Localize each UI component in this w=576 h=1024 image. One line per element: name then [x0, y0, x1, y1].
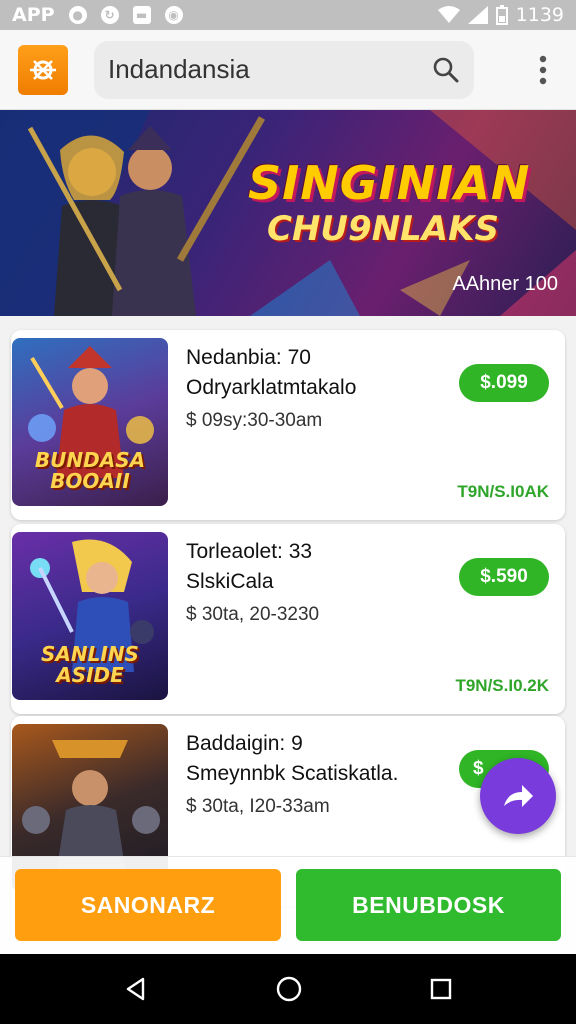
signal-icon	[467, 6, 488, 24]
card-time: $ 30ta, 20-3230	[186, 604, 320, 625]
share-fab[interactable]	[480, 758, 556, 834]
list-item[interactable]: SANLINS ASIDE Torleaolet: 33 SlskiCalа $…	[11, 524, 565, 714]
battery-icon	[495, 5, 508, 25]
list-item[interactable]: BUNDASA BOOAII Nedanbia: 70 Odryarklatmt…	[11, 330, 565, 520]
card-title: Torleaolet: 33	[186, 540, 313, 563]
notification-icon: ●	[68, 6, 87, 24]
banner-title: SINGINIAN CHU9NLAKS	[248, 156, 531, 249]
message-icon: ▬	[132, 6, 151, 24]
card-subtitle: SlskiCalа	[186, 570, 274, 593]
overflow-menu-button[interactable]	[528, 50, 558, 90]
card-time: $ 09sy:30-30am	[186, 410, 323, 431]
card-time: $ 30ta, I20-33am	[186, 796, 330, 817]
banner-subtitle: AAhner 100	[452, 273, 558, 295]
card-tag: T9N/S.I0.2K	[455, 676, 549, 695]
share-arrow-icon	[504, 785, 533, 807]
status-time: 1139	[515, 4, 564, 26]
wifi-icon	[437, 6, 460, 23]
promo-banner[interactable]: SINGINIAN CHU9NLAKS AAhner 100	[0, 110, 576, 316]
green-action-button[interactable]: BENUBDOSK	[296, 869, 561, 941]
recents-icon[interactable]	[429, 977, 453, 1001]
record-icon: ◉	[164, 6, 183, 24]
banner-title-line1: SINGINIAN	[248, 156, 531, 210]
system-nav-bar	[0, 954, 576, 1024]
card-subtitle: Odryarklatmtakalo	[186, 376, 357, 399]
card-title: Baddaigin: 9	[186, 732, 303, 755]
search-icon[interactable]	[432, 56, 460, 84]
app-bar: Indandansia	[0, 30, 576, 110]
orange-action-button[interactable]: SANONARZ	[15, 869, 281, 941]
card-title: Nedanbia: 70	[186, 346, 311, 369]
app-screen: APP ● ↻ ▬ ◉ 1139 Indandansia SINGINIAN C…	[0, 0, 576, 1024]
price-button[interactable]: $.590	[459, 558, 549, 596]
app-logo[interactable]	[18, 44, 68, 95]
game-thumbnail[interactable]: BUNDASA BOOAII	[12, 338, 168, 506]
search-input[interactable]: Indandansia	[108, 54, 432, 85]
more-vert-icon	[539, 55, 547, 84]
banner-title-line2: CHU9NLAKS	[267, 209, 499, 249]
bottom-action-bar: SANONARZ BENUBDOSK	[0, 856, 576, 954]
back-icon[interactable]	[123, 976, 149, 1002]
game-thumbnail[interactable]: SANLINS ASIDE	[12, 532, 168, 700]
search-bar[interactable]: Indandansia	[94, 40, 474, 99]
price-button[interactable]: $.099	[459, 364, 549, 402]
status-app-label: APP	[12, 4, 55, 26]
card-tag: T9N/S.I0AK	[457, 482, 549, 501]
thumbnail-caption: SANLINS ASIDE	[41, 642, 139, 687]
logo-icon	[30, 59, 56, 80]
card-subtitle: Smeynnbk Scatiskatla.	[186, 762, 399, 785]
status-bar: APP ● ↻ ▬ ◉ 1139	[0, 0, 576, 30]
home-icon[interactable]	[275, 975, 303, 1003]
thumbnail-caption: BUNDASA BOOAII	[34, 448, 146, 493]
sync-icon: ↻	[100, 6, 119, 24]
